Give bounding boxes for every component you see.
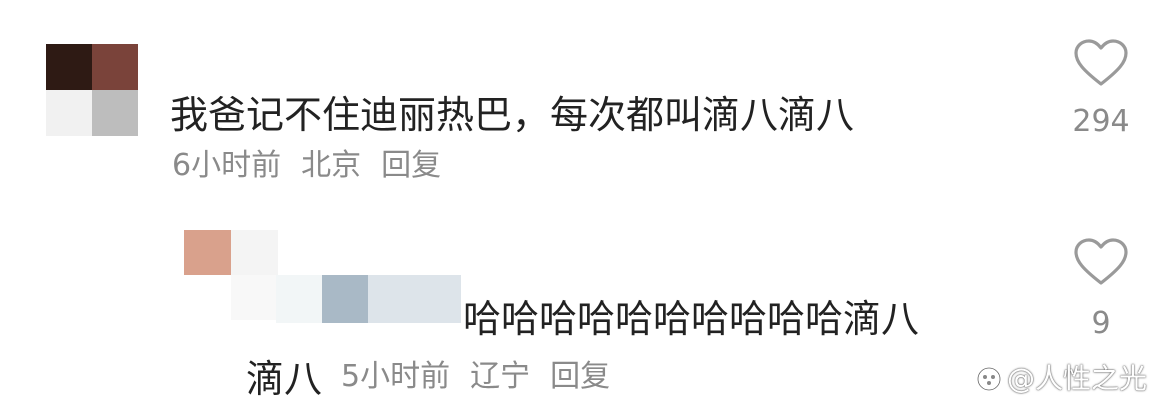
avatar[interactable] (184, 230, 278, 320)
comment-time: 5小时前 (341, 359, 451, 394)
like-button[interactable] (1073, 237, 1129, 287)
avatar-pixel (92, 90, 138, 136)
comment-text: 哈哈哈哈哈哈哈哈哈哈滴八 (463, 297, 920, 341)
like-count: 9 (1091, 306, 1111, 341)
avatar-pixel (184, 230, 231, 275)
avatar-pixel (92, 44, 138, 90)
reply-button[interactable]: 回复 (381, 148, 441, 183)
comment-text: 我爸记不住迪丽热巴，每次都叫滴八滴八 (170, 93, 855, 137)
comment-meta: 6小时前 北京 回复 (172, 151, 441, 181)
heart-outline-icon (1074, 238, 1128, 285)
circle-logo-icon (976, 366, 1002, 392)
avatar-pixel (231, 275, 278, 320)
heart-outline-icon (1074, 39, 1128, 86)
avatar[interactable] (46, 44, 138, 136)
comment-meta: 5小时前 辽宁 回复 (341, 362, 610, 392)
comment-1: 我爸记不住迪丽热巴，每次都叫滴八滴八 6小时前 北京 回复 294 (0, 0, 1172, 200)
blur-pixel (276, 275, 322, 323)
comment-text-continued: 滴八 (246, 357, 323, 401)
avatar-pixel (46, 90, 92, 136)
watermark: @人性之光 (975, 363, 1147, 395)
blurred-username (276, 275, 461, 323)
blur-pixel (368, 275, 461, 323)
watermark-text: @人性之光 (1007, 362, 1148, 395)
avatar-pixel (46, 44, 92, 90)
avatar-pixel (231, 230, 278, 275)
reply-button[interactable]: 回复 (550, 359, 610, 394)
comment-location: 北京 (301, 148, 362, 183)
like-button[interactable] (1073, 38, 1129, 88)
comment-location: 辽宁 (470, 359, 531, 394)
comment-time: 6小时前 (172, 148, 282, 183)
blur-pixel (322, 275, 368, 323)
like-count: 294 (1072, 104, 1130, 139)
